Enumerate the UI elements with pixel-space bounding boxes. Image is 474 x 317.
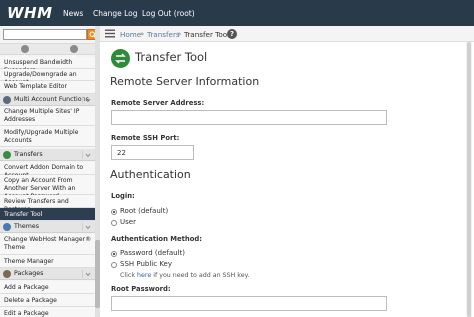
hint-suffix: if you need to add an SSH key. (153, 272, 250, 279)
group-toggle[interactable] (82, 270, 92, 278)
section-authentication: Authentication (110, 168, 191, 181)
method-ssh-key-label[interactable]: SSH Public Key (120, 260, 172, 268)
sidebar-item-convert-addon[interactable]: Convert Addon Domain to Account (0, 162, 95, 179)
remote-address-label: Remote Server Address: (111, 99, 205, 107)
themes-icon (3, 223, 11, 231)
remote-ssh-port-input[interactable] (111, 145, 194, 160)
group-label: Themes (14, 223, 39, 230)
breadcrumb-transfers[interactable]: Transfers (147, 30, 180, 39)
group-toggle[interactable] (82, 223, 92, 231)
sidebar-item-modify-upgrade-multiple[interactable]: Modify/Upgrade Multiple Accounts (0, 126, 95, 147)
whm-logo[interactable]: WHM (7, 4, 53, 22)
group-label: Multi Account Functions (14, 96, 89, 103)
sidebar-item-unsuspend-bandwidth[interactable]: Unsuspend Bandwidth Exceeders (0, 57, 95, 74)
sidebar-item-change-multiple-ip[interactable]: Change Multiple Sites' IP Addresses (0, 106, 95, 126)
main-scrollbar[interactable] (466, 42, 472, 317)
sidebar-group-transfers[interactable]: Transfers (0, 149, 95, 161)
transfers-icon (3, 151, 11, 159)
sidebar-item-review-transfers[interactable]: Review Transfers and Restores (0, 195, 95, 213)
transfer-arrows-icon (115, 53, 126, 64)
nav-news[interactable]: News (63, 9, 83, 18)
group-label: Packages (14, 270, 44, 277)
hint-prefix: Click (120, 272, 136, 279)
login-root-label[interactable]: Root (default) (120, 207, 168, 215)
breadcrumb-separator: » (177, 30, 182, 38)
top-bar: WHM News Change Log Log Out (root) (0, 0, 474, 26)
sidebar-item-add-package[interactable]: Add a Package (0, 281, 95, 294)
ssh-key-help-link[interactable]: here (137, 272, 151, 279)
login-root-radio[interactable] (111, 209, 117, 215)
sidebar-item-transfer-tool[interactable]: Transfer Tool (0, 208, 95, 221)
group-label: Transfers (14, 151, 43, 158)
page-title: Transfer Tool (135, 50, 208, 64)
chevron-down-icon (85, 98, 91, 103)
auth-method-label: Authentication Method: (111, 235, 202, 243)
sidebar-group-themes[interactable]: Themes (0, 221, 95, 233)
sidebar-item-web-template-editor[interactable]: Web Template Editor (0, 81, 95, 94)
multi-account-icon (3, 96, 11, 104)
sidebar-item-edit-package[interactable]: Edit a Package (0, 307, 95, 317)
sidebar-scroll-controls (0, 43, 99, 58)
chevron-down-icon (85, 153, 91, 158)
sidebar-item-delete-package[interactable]: Delete a Package (0, 294, 95, 307)
sidebar-item-change-whm-theme[interactable]: Change WebHost Manager® Theme (0, 234, 95, 255)
help-icon[interactable]: ? (227, 29, 237, 39)
chevron-down-icon (85, 272, 91, 277)
method-ssh-key-radio[interactable] (111, 262, 117, 268)
scroll-up-button[interactable] (21, 45, 29, 58)
sidebar-group-multi-account[interactable]: Multi Account Functions (0, 94, 95, 106)
chevron-down-icon (85, 225, 91, 230)
sidebar-item-upgrade-downgrade[interactable]: Upgrade/Downgrade an Account (0, 69, 95, 86)
ssh-key-hint: Click here if you need to add an SSH key… (120, 272, 249, 279)
remote-ssh-port-label: Remote SSH Port: (111, 134, 180, 142)
sidebar: Unsuspend Bandwidth Exceeders Upgrade/Do… (0, 26, 100, 317)
sidebar-scrollbar[interactable] (95, 26, 100, 317)
login-label: Login: (111, 192, 135, 200)
breadcrumb-separator: » (140, 30, 145, 38)
login-user-label[interactable]: User (120, 218, 136, 226)
main-scrollbar-thumb[interactable] (467, 42, 471, 317)
method-password-label[interactable]: Password (default) (120, 249, 185, 257)
sidebar-scrollbar-thumb[interactable] (95, 240, 100, 308)
breadcrumb-current: Transfer Tool (184, 30, 230, 39)
nav-change-log[interactable]: Change Log (93, 9, 138, 18)
sidebar-search-box (3, 29, 87, 48)
sidebar-item-theme-manager[interactable]: Theme Manager (0, 255, 95, 268)
nav-log-out[interactable]: Log Out (root) (142, 9, 195, 18)
method-password-radio[interactable] (111, 251, 117, 257)
section-remote-server: Remote Server Information (110, 75, 260, 88)
login-user-radio[interactable] (111, 220, 117, 226)
sidebar-item-copy-account[interactable]: Copy an Account From Another Server With… (0, 175, 95, 200)
breadcrumb-home[interactable]: Home (120, 30, 141, 39)
packages-icon (3, 270, 11, 278)
group-toggle[interactable] (82, 151, 92, 159)
scroll-down-button[interactable] (70, 45, 78, 58)
group-toggle[interactable] (82, 96, 92, 104)
breadcrumb: Home » Transfers » Transfer Tool ? (100, 26, 474, 42)
transfer-tool-icon (111, 49, 130, 68)
root-password-label: Root Password: (111, 285, 171, 293)
hamburger-menu-icon[interactable] (105, 29, 115, 38)
root-password-input[interactable] (111, 296, 387, 311)
remote-address-input[interactable] (111, 110, 387, 125)
sidebar-group-packages[interactable]: Packages (0, 268, 95, 280)
